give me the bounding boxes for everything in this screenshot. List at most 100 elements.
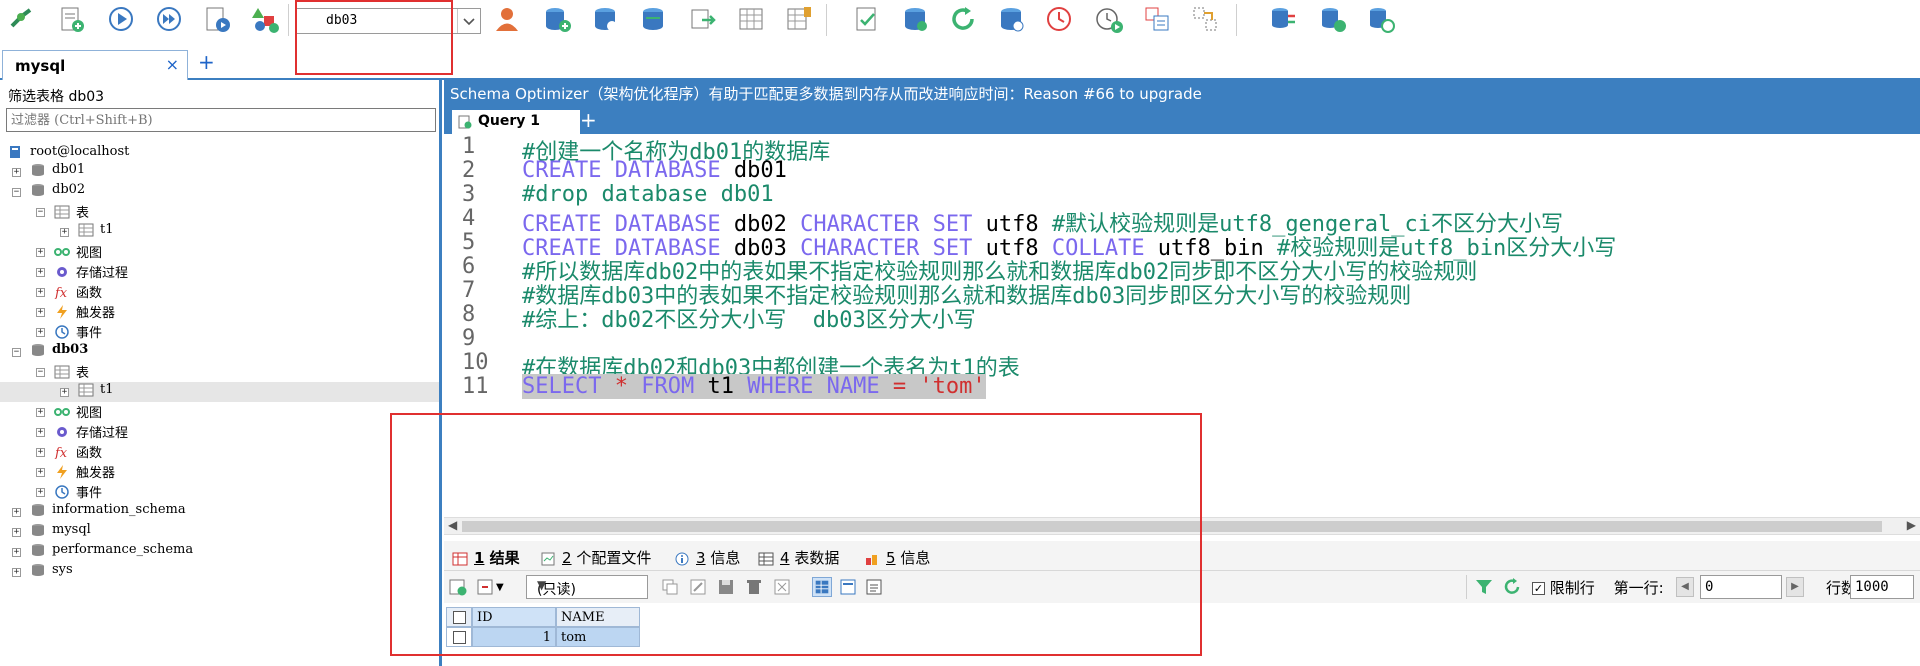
upgrade-notice-text[interactable]: Schema Optimizer（架构优化程序）有助于匹配更多数据到内存从而改进…	[450, 83, 1202, 104]
expand-toggle[interactable]: +	[12, 508, 21, 517]
tree-db03-procedures[interactable]: 存储过程	[54, 422, 128, 442]
restore-database-icon[interactable]	[638, 4, 668, 34]
expand-toggle[interactable]: +	[60, 228, 69, 237]
tree-mysql[interactable]: mysql	[30, 522, 91, 542]
code-line-2: CREATE DATABASE db01	[522, 158, 787, 183]
tree-db02[interactable]: db02	[30, 182, 85, 202]
tree-db03-t1[interactable]: t1	[78, 382, 114, 402]
expand-toggle[interactable]: +	[36, 328, 45, 337]
gear-icon	[57, 426, 67, 437]
new-query-icon[interactable]	[56, 4, 86, 34]
database-icon	[32, 543, 44, 556]
code-line-8: #综上：db02不区分大小写 db03区分大小写	[522, 308, 976, 333]
main-toolbar: db03	[0, 0, 1920, 42]
tree-root-connection[interactable]: root@localhost	[8, 144, 129, 164]
tree-db02-tables[interactable]: 表	[54, 202, 89, 222]
refresh-icon[interactable]	[948, 4, 978, 34]
collapse-toggle[interactable]: −	[36, 208, 45, 217]
user-manager-icon[interactable]	[492, 4, 522, 34]
db-sync-icon[interactable]	[1318, 4, 1348, 34]
backup-database-icon[interactable]	[590, 4, 620, 34]
schema-sync-icon[interactable]	[996, 4, 1026, 34]
expand-toggle[interactable]: +	[12, 528, 21, 537]
close-icon[interactable]: ×	[166, 55, 179, 74]
execute-icon[interactable]	[106, 4, 136, 34]
add-query-tab-button[interactable]: +	[580, 108, 597, 132]
funnel-filter-icon[interactable]	[1474, 577, 1494, 597]
views-icon	[54, 247, 70, 256]
expand-toggle[interactable]: +	[36, 428, 45, 437]
scheduler-icon[interactable]	[1044, 4, 1074, 34]
tree-sys[interactable]: sys	[30, 562, 73, 582]
query-tab-1[interactable]: Query 1	[452, 110, 580, 134]
data-compare-icon[interactable]	[1142, 4, 1172, 34]
tree-db03-events[interactable]: 事件	[54, 482, 102, 502]
create-objects-icon[interactable]	[250, 4, 280, 34]
tree-db03[interactable]: db03	[30, 342, 88, 362]
first-row-input[interactable]: 0	[1700, 575, 1782, 599]
collapse-toggle[interactable]: −	[36, 368, 45, 377]
expand-toggle[interactable]: +	[60, 388, 69, 397]
import-icon[interactable]	[688, 4, 718, 34]
table-icon	[78, 383, 94, 396]
query-profiler-icon[interactable]	[1190, 4, 1220, 34]
expand-toggle[interactable]: +	[12, 168, 21, 177]
database-icon	[32, 523, 44, 536]
table-diagnostics-icon[interactable]	[784, 4, 814, 34]
db-tools-icon[interactable]	[1268, 4, 1298, 34]
create-database-icon[interactable]	[542, 4, 572, 34]
schema-designer-icon[interactable]	[736, 4, 766, 34]
database-icon	[32, 183, 44, 196]
expand-toggle[interactable]: +	[36, 448, 45, 457]
tree-db01[interactable]: db01	[30, 162, 85, 182]
views-icon	[54, 407, 70, 416]
limit-rows-checkbox[interactable]: ✓	[1532, 582, 1545, 595]
next-page-button[interactable]: ▶	[1786, 577, 1804, 597]
expand-toggle[interactable]: +	[36, 408, 45, 417]
tree-db03-triggers[interactable]: 触发器	[54, 462, 115, 482]
connection-tab-mysql[interactable]: mysql ×	[2, 50, 188, 80]
execute-explain-icon[interactable]	[202, 4, 232, 34]
collapse-toggle[interactable]: −	[12, 188, 21, 197]
run-job-icon[interactable]	[1094, 4, 1124, 34]
scroll-right-arrow-icon[interactable]: ▶	[1907, 518, 1916, 532]
upgrade-notice-bar[interactable]: Schema Optimizer（架构优化程序）有助于匹配更多数据到内存从而改进…	[444, 80, 1920, 104]
tree-db02-functions[interactable]: fx 函数	[54, 282, 102, 302]
tree-information-schema[interactable]: information_schema	[30, 502, 186, 522]
limit-rows-label: 限制行	[1549, 579, 1595, 597]
expand-toggle[interactable]: +	[36, 268, 45, 277]
tree-db02-t1[interactable]: t1	[78, 222, 114, 242]
line-number: 3	[462, 182, 476, 207]
db-transfer-icon[interactable]	[1366, 4, 1396, 34]
tree-db02-views[interactable]: 视图	[54, 242, 102, 262]
connection-tab-label: mysql	[15, 57, 66, 75]
tree-db03-views[interactable]: 视图	[54, 402, 102, 422]
refresh-results-icon[interactable]	[1502, 577, 1522, 597]
expand-toggle[interactable]: +	[36, 248, 45, 257]
new-connection-icon[interactable]	[6, 4, 36, 34]
chevron-down-icon[interactable]	[457, 9, 480, 33]
tree-performance-schema[interactable]: performance_schema	[30, 542, 193, 562]
prev-page-button[interactable]: ◀	[1676, 577, 1694, 597]
tree-db03-functions[interactable]: fx 函数	[54, 442, 102, 462]
add-connection-tab-button[interactable]: +	[198, 50, 215, 74]
first-row-label: 第一行:	[1613, 579, 1664, 597]
line-number: 11	[462, 374, 489, 399]
tree-db02-procedures[interactable]: 存储过程	[54, 262, 128, 282]
tree-db03-tables[interactable]: 表	[54, 362, 89, 382]
expand-toggle[interactable]: +	[36, 308, 45, 317]
expand-toggle[interactable]: +	[36, 488, 45, 497]
query-builder-icon[interactable]	[852, 4, 882, 34]
rows-count-input[interactable]: 1000	[1850, 575, 1914, 599]
expand-toggle[interactable]: +	[36, 288, 45, 297]
execute-all-icon[interactable]	[154, 4, 184, 34]
tree-db02-triggers[interactable]: 触发器	[54, 302, 115, 322]
line-number: 1	[462, 134, 476, 159]
expand-toggle[interactable]: +	[36, 468, 45, 477]
sync-icon[interactable]	[900, 4, 930, 34]
expand-toggle[interactable]: +	[12, 568, 21, 577]
filter-input[interactable]	[6, 108, 436, 132]
collapse-toggle[interactable]: −	[12, 348, 21, 357]
tree-db02-events[interactable]: 事件	[54, 322, 102, 342]
expand-toggle[interactable]: +	[12, 548, 21, 557]
